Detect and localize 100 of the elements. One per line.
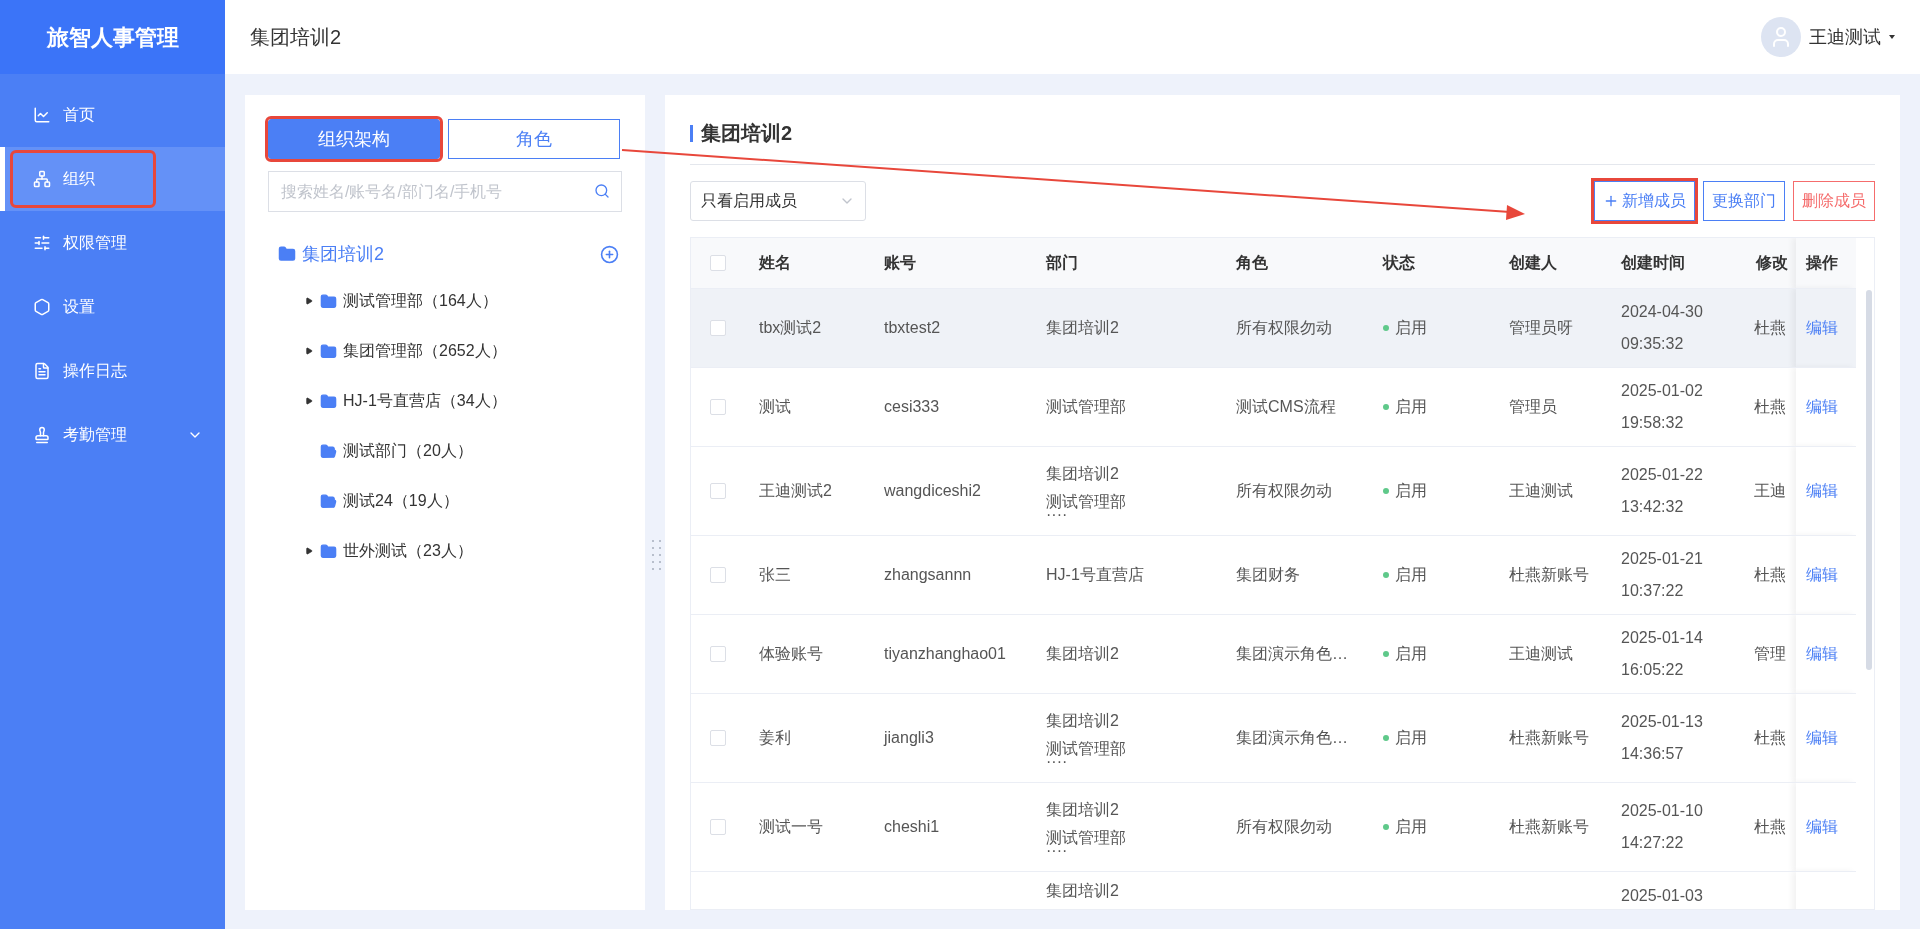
sidebar-item[interactable]: 考勤管理	[13, 409, 153, 461]
expand-caret-icon[interactable]	[305, 547, 313, 555]
tree-item[interactable]: 测试24（19人）	[320, 489, 459, 513]
department-text: 测试管理部	[1046, 491, 1127, 512]
checkbox[interactable]	[710, 482, 726, 499]
department-text: 测试管理部	[1046, 827, 1127, 848]
department-text: 测试管理部	[1046, 738, 1127, 759]
datetime-text: 2025-01-14	[1621, 627, 1704, 648]
checkbox[interactable]	[710, 398, 726, 415]
table-row[interactable]: 姜利 jiangli3 集团培训2 测试管理部 ···· 集团演示角色… 启用 杜燕新账号 2025-01-13 14:36:57 杜燕 编辑	[691, 693, 1856, 782]
department-text: 集团培训2	[1046, 317, 1120, 338]
datetime-text: 2025-01-03	[1621, 885, 1704, 906]
edit-link[interactable]: 编辑	[1806, 318, 1838, 336]
account-cell: wangdiceshi2	[884, 481, 981, 499]
modifier-cell: 杜燕	[1754, 817, 1786, 835]
role-cell: 所有权限勿动	[1236, 481, 1332, 499]
edit-link[interactable]: 编辑	[1806, 397, 1838, 415]
status-text: 启用	[1395, 816, 1427, 837]
sidebar-label: 首页	[63, 105, 95, 125]
modifier-cell: 管理	[1754, 644, 1786, 662]
table-row[interactable]: 王迪测试2 wangdiceshi2 集团培训2 测试管理部 ···· 所有权限勿动 启用 王迪测试 2025-01-22 13:42:32 王迪 编辑	[691, 446, 1856, 535]
name-cell: 体验账号	[759, 644, 823, 662]
scrollbar[interactable]	[1866, 290, 1872, 670]
account-cell: tiyanzhanghao01	[884, 644, 1006, 662]
account-cell: jiangli3	[884, 728, 934, 746]
folder-icon	[278, 245, 296, 263]
modifier-cell: 杜燕	[1754, 565, 1786, 583]
sidebar-item[interactable]: 首页	[13, 89, 153, 141]
modifier-cell: 杜燕	[1754, 728, 1786, 746]
edit-link[interactable]: 编辑	[1806, 481, 1838, 499]
department-text: 测试管理部	[1046, 396, 1127, 417]
table-row[interactable]: tbx测试2 tbxtest2 集团培训2 所有权限勿动 启用 管理员呀 2024-04-30 09:35:32 杜燕 编辑	[691, 288, 1856, 367]
table-row[interactable]: 集团培训2 2025-01-03	[691, 871, 1856, 909]
datetime-text: 19:58:32	[1621, 412, 1685, 433]
table-row[interactable]: 测试 cesi333 测试管理部 测试CMS流程 启用 管理员 2025-01-02 19:58:32 杜燕 编辑	[691, 367, 1856, 446]
tree-item[interactable]: 测试部门（20人）	[320, 439, 473, 463]
checkbox[interactable]	[710, 566, 726, 583]
add-member-button[interactable]: 新增成员	[1594, 181, 1695, 221]
stamp-icon	[33, 426, 51, 444]
tab[interactable]: 角色	[448, 119, 620, 159]
resize-handle-icon[interactable]	[652, 540, 661, 570]
datetime-text: 2025-01-13	[1621, 711, 1704, 732]
account-cell: cheshi1	[884, 817, 940, 835]
creator-cell: 杜燕新账号	[1509, 817, 1589, 835]
checkbox[interactable]	[710, 319, 726, 336]
tree-item[interactable]: 集团培训2	[278, 240, 384, 268]
user-menu[interactable]: 王迪测试	[1761, 17, 1895, 57]
role-cell: 所有权限勿动	[1236, 318, 1332, 336]
creator-cell: 杜燕新账号	[1509, 728, 1589, 746]
column-header: 状态	[1383, 253, 1415, 271]
filter-select[interactable]: 只看启用成员	[690, 181, 866, 221]
table-row[interactable]: 测试一号 cheshi1 集团培训2 测试管理部 ···· 所有权限勿动 启用 杜燕新账号 2025-01-10 14:27:22 杜燕 编辑	[691, 782, 1856, 871]
status-text: 启用	[1395, 396, 1427, 417]
checkbox[interactable]	[710, 818, 726, 835]
sidebar-item[interactable]: 权限管理	[13, 217, 153, 269]
tree-item[interactable]: 集团管理部（2652人）	[320, 339, 507, 363]
modifier-cell: 杜燕	[1754, 318, 1786, 336]
sidebar-item[interactable]: 设置	[13, 281, 153, 333]
checkbox[interactable]	[710, 729, 726, 746]
tab[interactable]: 组织架构	[268, 119, 440, 159]
sidebar-label: 权限管理	[63, 233, 127, 253]
expand-caret-icon[interactable]	[305, 297, 313, 305]
open-folder-icon	[320, 442, 337, 460]
edit-link[interactable]: 编辑	[1806, 817, 1838, 835]
panel-title: 集团培训2	[701, 121, 793, 146]
role-cell: 集团演示角色…	[1236, 644, 1348, 662]
edit-link[interactable]: 编辑	[1806, 644, 1838, 662]
sidebar-label: 组织	[63, 169, 95, 189]
name-cell: 姜利	[759, 728, 791, 746]
delete-button[interactable]: 删除成员	[1793, 181, 1875, 221]
edit-link[interactable]: 编辑	[1806, 565, 1838, 583]
status-text: 启用	[1395, 317, 1427, 338]
expand-caret-icon[interactable]	[305, 347, 313, 355]
change-department-button[interactable]: 更换部门	[1703, 181, 1785, 221]
datetime-text: 10:37:22	[1621, 580, 1685, 601]
search-icon[interactable]	[594, 183, 610, 199]
datetime-text: 2025-01-02	[1621, 380, 1704, 401]
tree-item[interactable]: 世外测试（23人）	[320, 539, 473, 563]
department-text: 集团培训2	[1046, 710, 1120, 731]
org-chart-icon	[33, 170, 51, 188]
tree-item[interactable]: 测试管理部（164人）	[320, 289, 498, 313]
table-row[interactable]: 体验账号 tiyanzhanghao01 集团培训2 集团演示角色… 启用 王迪测试 2025-01-14 16:05:22 管理 编辑	[691, 614, 1856, 693]
datetime-text: 14:27:22	[1621, 832, 1685, 853]
edit-link[interactable]: 编辑	[1806, 728, 1838, 746]
modifier-cell: 杜燕	[1754, 397, 1786, 415]
open-folder-icon	[320, 492, 337, 510]
sidebar-item[interactable]: 操作日志	[13, 345, 153, 397]
folder-icon	[320, 392, 337, 410]
avatar-icon	[1761, 17, 1801, 57]
table-row[interactable]: 张三 zhangsannn HJ-1号直营店 集团财务 启用 杜燕新账号 2025-01-21 10:37:22 杜燕 编辑	[691, 535, 1856, 614]
checkbox[interactable]	[710, 254, 726, 271]
datetime-text: 2025-01-21	[1621, 548, 1704, 569]
search-field[interactable]: 搜索姓名/账号名/部门名/手机号	[268, 171, 622, 212]
datetime-text: 2025-01-22	[1621, 464, 1704, 485]
expand-caret-icon[interactable]	[305, 397, 313, 405]
column-header: 操作	[1806, 253, 1838, 271]
tree-item[interactable]: HJ-1号直营店（34人）	[320, 389, 507, 413]
add-icon[interactable]	[600, 244, 619, 264]
account-cell: tbxtest2	[884, 318, 941, 336]
checkbox[interactable]	[710, 645, 726, 662]
